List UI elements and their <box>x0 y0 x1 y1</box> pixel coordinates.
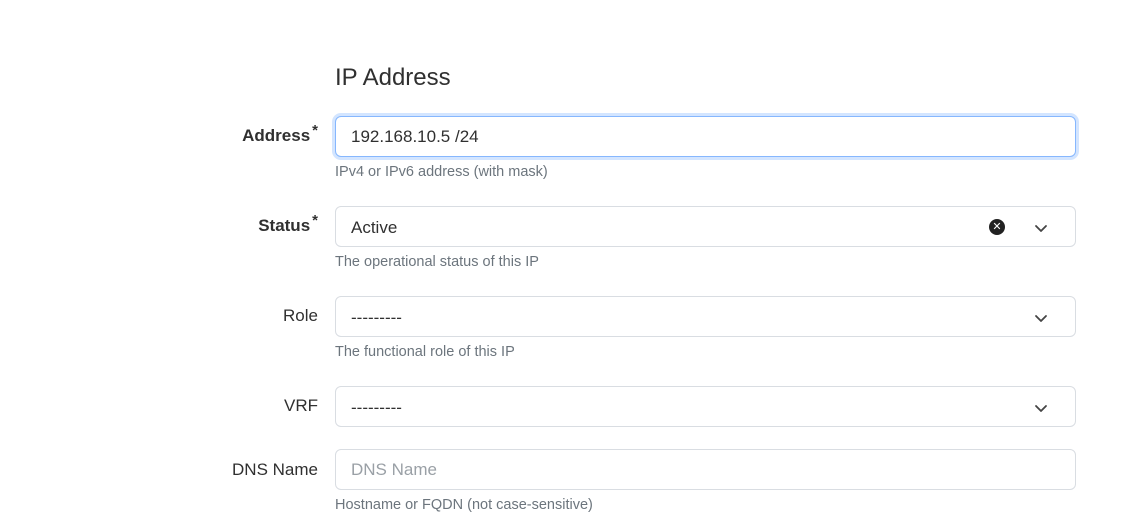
address-help-text: IPv4 or IPv6 address (with mask) <box>335 164 548 180</box>
dns-name-help-text: Hostname or FQDN (not case-sensitive) <box>335 497 593 513</box>
status-label-text: Status <box>258 216 311 235</box>
status-help-text: The operational status of this IP <box>335 254 539 270</box>
address-label: Address * <box>242 122 318 146</box>
address-input[interactable] <box>336 117 1075 156</box>
status-select[interactable]: Active ✕ <box>335 206 1076 247</box>
role-label: Role <box>283 306 318 325</box>
dns-name-input[interactable] <box>336 450 1075 489</box>
chevron-down-icon[interactable] <box>1032 399 1050 417</box>
dns-name-field[interactable] <box>335 449 1076 490</box>
vrf-select[interactable]: --------- <box>335 386 1076 427</box>
role-select[interactable]: --------- <box>335 296 1076 337</box>
ip-address-form: IP Address Address* IPv4 or IPv6 address… <box>0 0 1142 513</box>
vrf-label: VRF <box>284 396 318 415</box>
role-selected-value: --------- <box>351 308 402 327</box>
address-label-text: Address <box>242 126 311 145</box>
dns-name-label: DNS Name <box>232 460 318 479</box>
vrf-selected-value: --------- <box>351 398 402 417</box>
status-label: Status * <box>258 212 318 236</box>
status-selected-value: Active <box>351 218 398 237</box>
required-marker: * <box>312 212 318 229</box>
chevron-down-icon[interactable] <box>1032 309 1050 327</box>
address-field[interactable] <box>335 116 1076 157</box>
clear-icon[interactable]: ✕ <box>989 219 1005 235</box>
role-help-text: The functional role of this IP <box>335 344 515 360</box>
chevron-down-icon[interactable] <box>1032 219 1050 237</box>
section-title: IP Address <box>335 64 451 91</box>
required-marker: * <box>312 122 318 139</box>
